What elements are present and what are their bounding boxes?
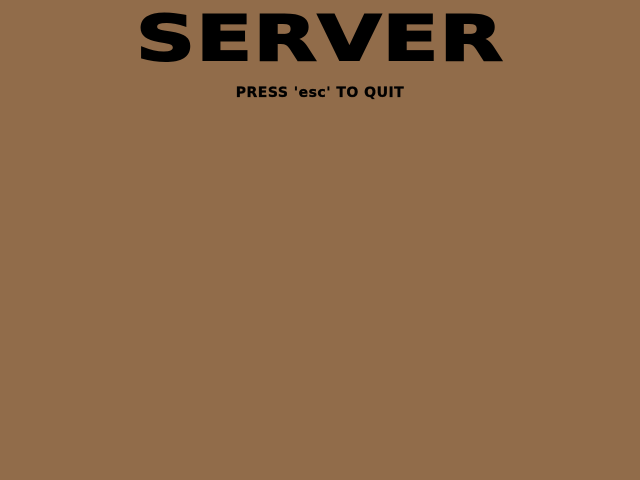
screen-title: SERVER — [135, 2, 505, 75]
server-screen: SERVER PRESS 'esc' TO QUIT — [0, 0, 640, 480]
quit-instruction: PRESS 'esc' TO QUIT — [235, 85, 405, 101]
